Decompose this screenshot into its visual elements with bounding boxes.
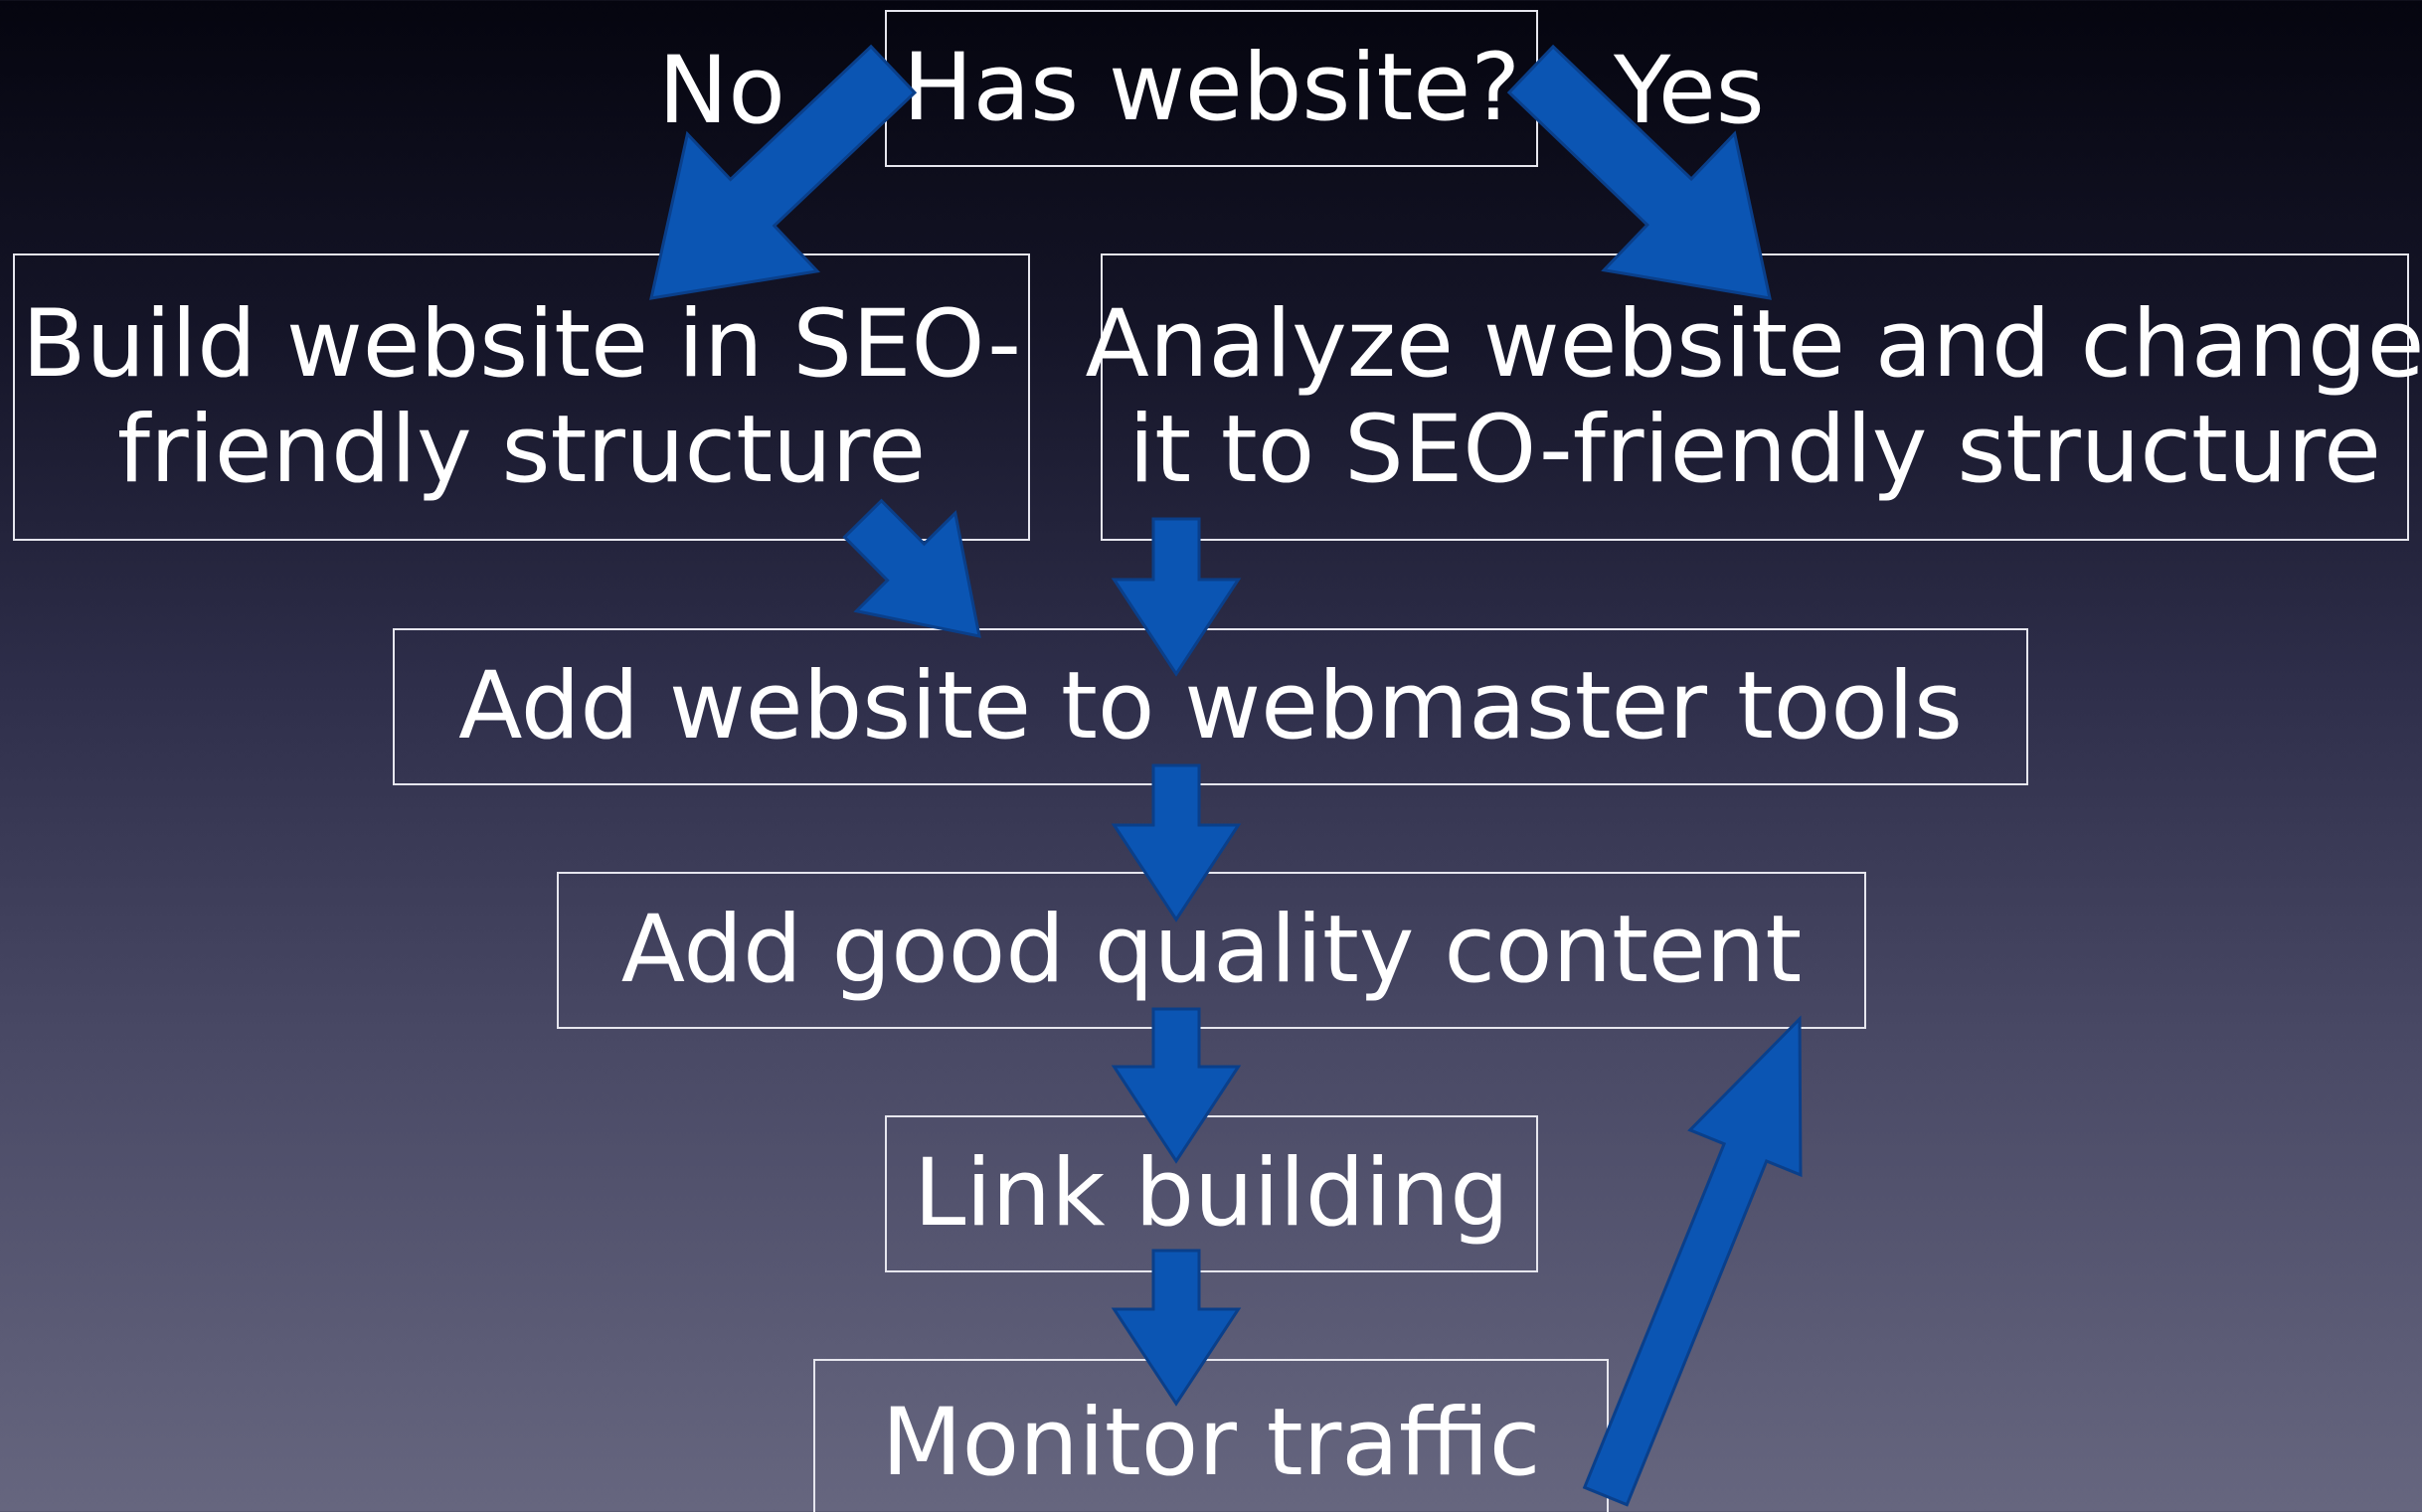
node-webmaster-tools-label: Add website to webmaster tools (458, 652, 1963, 761)
node-monitor-traffic: Monitor traffic (813, 1359, 1609, 1512)
arrow-monitor-to-content (1582, 1015, 1803, 1507)
node-build-website-line2: friendly structure (116, 395, 927, 504)
node-monitor-traffic-label: Monitor traffic (881, 1389, 1541, 1497)
node-build-website: Build website in SEO- friendly structure (13, 253, 1030, 541)
node-webmaster-tools: Add website to webmaster tools (393, 628, 2028, 785)
branch-label-no: No (658, 37, 785, 145)
node-analyze-website: Analyze website and change it to SEO-fri… (1086, 253, 2422, 541)
node-quality-content-label: Add good quality content (620, 896, 1803, 1005)
branch-label-yes: Yes (1614, 37, 1765, 145)
node-build-website-line1: Build website in SEO- (21, 290, 1022, 400)
node-analyze-website-line2: it to SEO-friendly structure (1128, 395, 2381, 504)
node-link-building-label: Link building (914, 1139, 1509, 1249)
node-analyze-website-line1: Analyze website and change (1085, 290, 2422, 400)
node-link-building: Link building (885, 1115, 1538, 1272)
node-quality-content: Add good quality content (557, 872, 1866, 1029)
node-has-website-label: Has website? (902, 34, 1521, 143)
node-has-website: Has website? (885, 10, 1538, 167)
